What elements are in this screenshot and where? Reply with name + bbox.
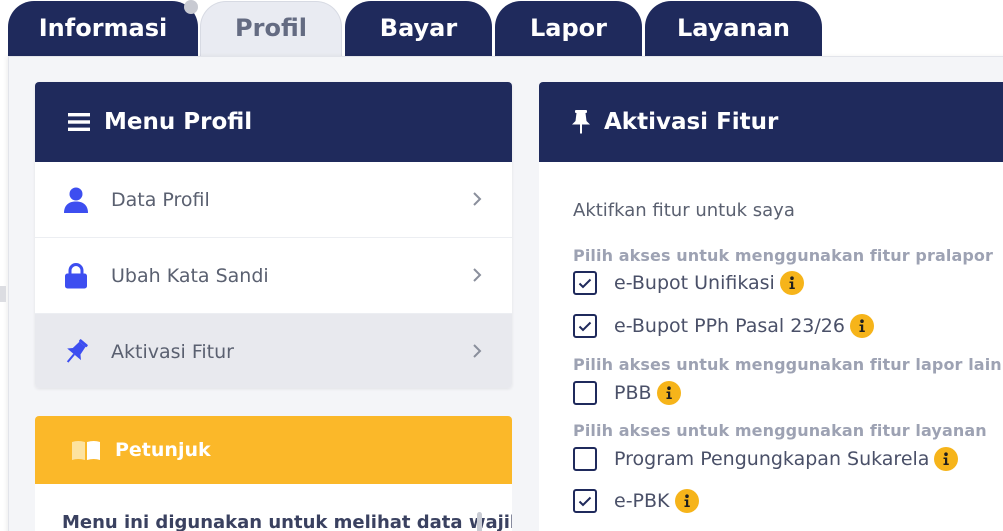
petunjuk-card: Petunjuk Menu ini digunakan untuk meliha… <box>35 416 512 531</box>
menu-item-label: Ubah Kata Sandi <box>111 264 269 287</box>
info-icon[interactable] <box>849 314 874 338</box>
pushpin-icon <box>572 110 590 134</box>
user-icon <box>61 185 91 215</box>
tab-label: Bayar <box>379 13 458 42</box>
check-icon <box>578 278 592 288</box>
option-label: Program Pengungkapan Sukarela <box>614 448 930 470</box>
info-icon[interactable] <box>656 381 681 405</box>
book-open-icon <box>72 441 100 460</box>
tab-label: Informasi <box>38 13 168 42</box>
menu-item-aktivasi-fitur[interactable]: Aktivasi Fitur <box>35 314 512 388</box>
option-label: e-PBK <box>614 490 670 512</box>
aktivasi-fitur-header: Aktivasi Fitur <box>539 82 1003 162</box>
menu-item-data-profil[interactable]: Data Profil <box>35 162 512 238</box>
chevron-right-icon <box>473 268 482 282</box>
menu-profil-title: Menu Profil <box>104 109 253 135</box>
aktivasi-intro-text: Aktifkan fitur untuk saya <box>573 200 795 221</box>
petunjuk-header: Petunjuk <box>35 416 512 484</box>
check-icon <box>578 321 592 331</box>
tab-label: Layanan <box>677 13 790 42</box>
main-tab-bar: Informasi Profil Bayar Lapor Layanan <box>0 0 1003 56</box>
tab-lapor[interactable]: Lapor <box>495 1 642 56</box>
info-icon[interactable] <box>779 271 804 295</box>
chevron-right-icon <box>473 192 482 206</box>
petunjuk-text: Menu ini digunakan untuk melihat data wa… <box>62 512 512 531</box>
group-label-lapor-lainnya: Pilih akses untuk menggunakan fitur lapo… <box>573 355 1003 374</box>
info-icon[interactable] <box>674 489 699 513</box>
option-program-pengungkapan-sukarela[interactable]: Program Pengungkapan Sukarela <box>573 447 959 471</box>
pin-icon <box>61 337 91 367</box>
checkbox-unchecked[interactable] <box>573 447 597 471</box>
checkbox-checked[interactable] <box>573 489 597 513</box>
tab-label: Lapor <box>530 13 607 42</box>
option-pbb[interactable]: PBB <box>573 381 681 405</box>
check-icon <box>578 496 592 506</box>
petunjuk-scrollbar[interactable] <box>477 512 482 531</box>
checkbox-checked[interactable] <box>573 314 597 338</box>
tab-bayar[interactable]: Bayar <box>345 1 492 56</box>
option-e-pbk[interactable]: e-PBK <box>573 489 699 513</box>
info-icon[interactable] <box>934 447 959 471</box>
tab-informasi[interactable]: Informasi <box>8 1 198 56</box>
left-edge-marker <box>0 286 6 302</box>
option-label: PBB <box>614 382 652 404</box>
menu-item-label: Aktivasi Fitur <box>111 341 234 363</box>
tab-label: Profil <box>235 14 307 42</box>
aktivasi-fitur-title: Aktivasi Fitur <box>604 109 779 135</box>
option-e-bupot-pph-23-26[interactable]: e-Bupot PPh Pasal 23/26 <box>573 314 874 338</box>
tab-decoration-dot <box>184 0 198 14</box>
option-label: e-Bupot PPh Pasal 23/26 <box>614 315 845 337</box>
petunjuk-title: Petunjuk <box>115 439 211 461</box>
menu-item-label: Data Profil <box>111 188 210 211</box>
checkbox-checked[interactable] <box>573 271 597 295</box>
hamburger-menu-icon <box>68 113 90 131</box>
checkbox-unchecked[interactable] <box>573 381 597 405</box>
tab-layanan[interactable]: Layanan <box>645 1 822 56</box>
aktivasi-fitur-card: Aktivasi Fitur Aktifkan fitur untuk saya… <box>539 82 1003 531</box>
group-label-pralapor: Pilih akses untuk menggunakan fitur pral… <box>573 246 993 265</box>
option-e-bupot-unifikasi[interactable]: e-Bupot Unifikasi <box>573 271 804 295</box>
menu-profil-header: Menu Profil <box>35 82 512 162</box>
group-label-layanan: Pilih akses untuk menggunakan fitur laya… <box>573 421 987 440</box>
option-label: e-Bupot Unifikasi <box>614 272 775 294</box>
menu-profil-card: Menu Profil Data Profil Ubah Kata Sandi <box>35 82 512 388</box>
lock-icon <box>61 261 91 291</box>
chevron-right-icon <box>473 344 482 358</box>
menu-item-ubah-kata-sandi[interactable]: Ubah Kata Sandi <box>35 238 512 314</box>
tab-profil[interactable]: Profil <box>200 1 342 56</box>
